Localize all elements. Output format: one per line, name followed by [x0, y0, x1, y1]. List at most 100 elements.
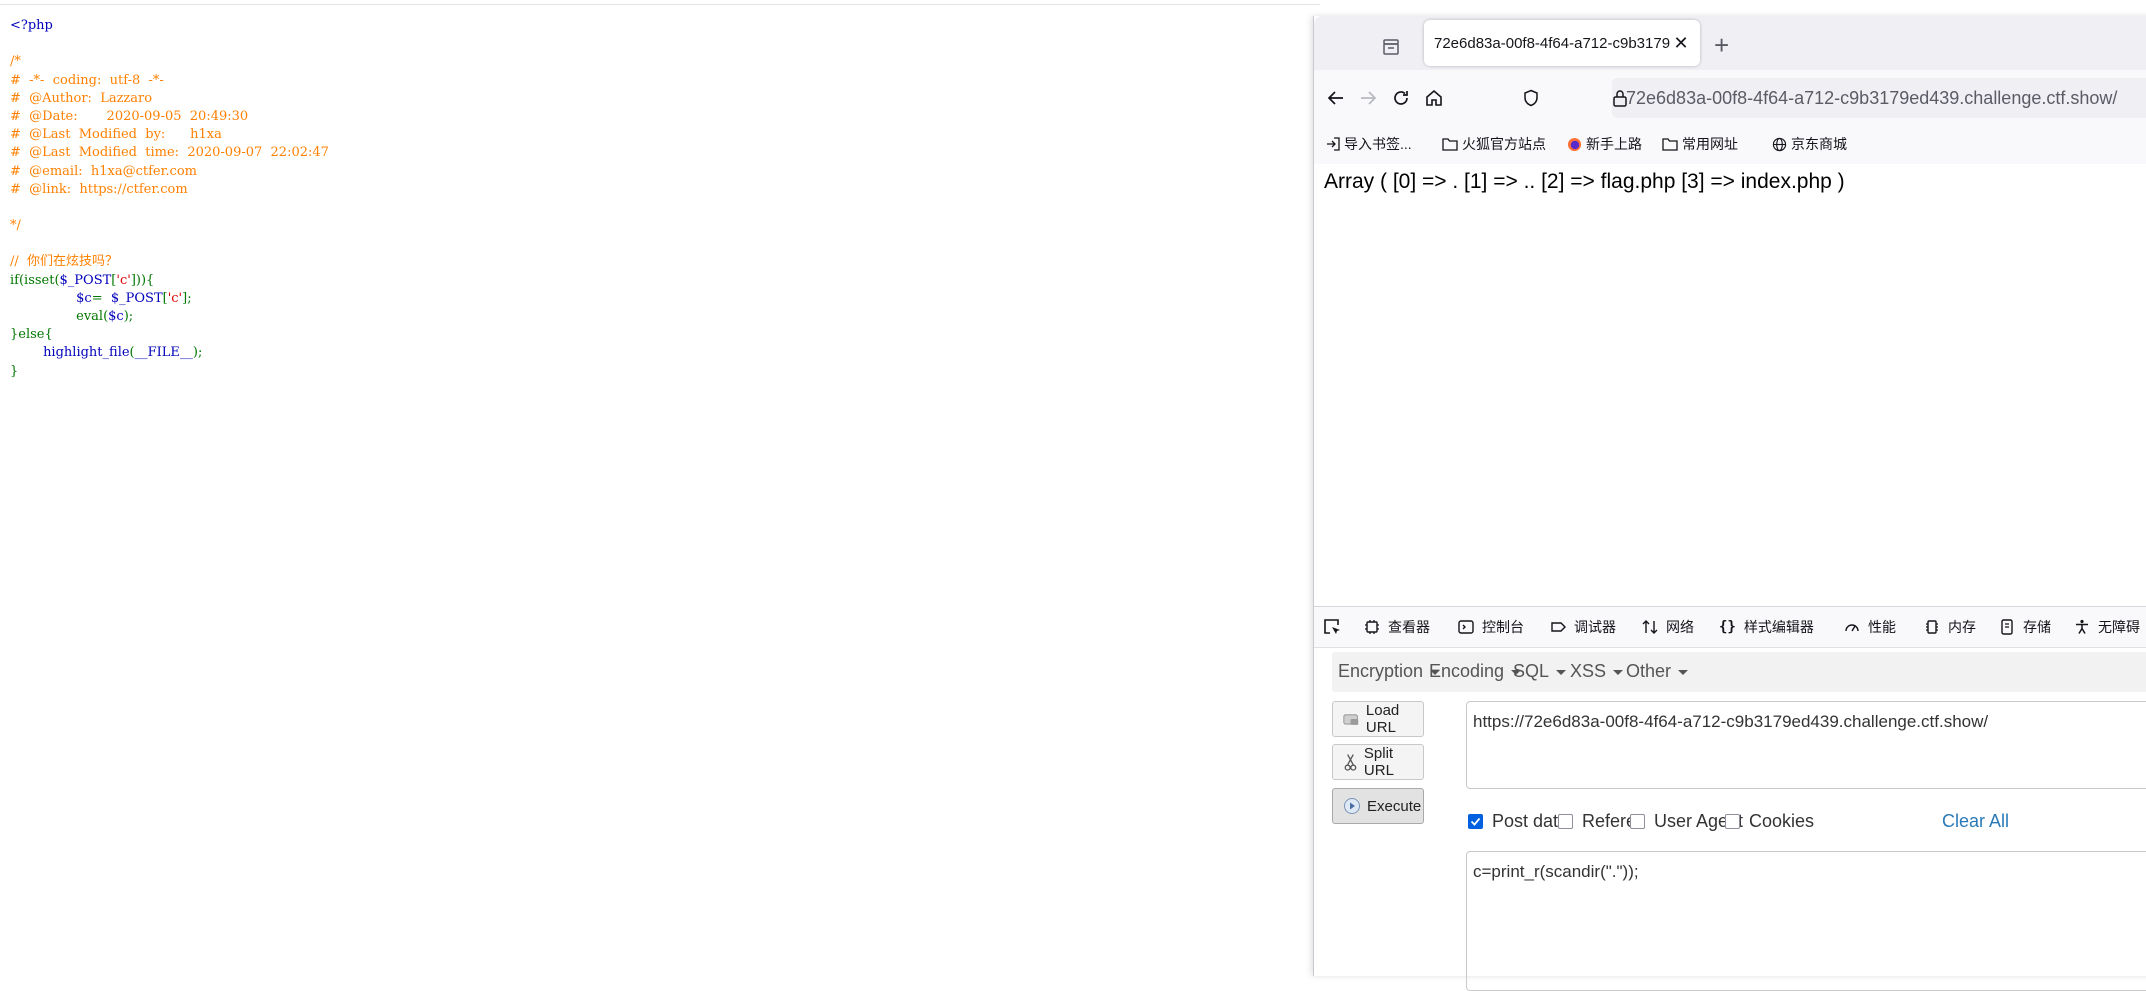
- devtools-tab-network[interactable]: 网络: [1642, 616, 1694, 638]
- checkbox-checked[interactable]: [1468, 814, 1483, 829]
- tab-active[interactable]: 72e6d83a-00f8-4f64-a712-c9b3179ed439.cha…: [1424, 20, 1700, 66]
- load-url-button[interactable]: Load URL: [1332, 701, 1424, 737]
- tab-title: 72e6d83a-00f8-4f64-a712-c9b3179ed439.cha…: [1434, 34, 1670, 52]
- menu-other[interactable]: Other: [1626, 661, 1689, 682]
- bookmark-common-urls[interactable]: 常用网址: [1662, 134, 1738, 154]
- url-text: 72e6d83a-00f8-4f64-a712-c9b3179ed439.cha…: [1626, 87, 2118, 108]
- checkbox-label: Cookies: [1749, 811, 1815, 831]
- code-line: */: [10, 217, 329, 235]
- devtools-tab-label: 控制台: [1482, 619, 1524, 635]
- bookmark-jd[interactable]: 京东商城: [1772, 134, 1847, 154]
- code-token: # @Date: 2020-09-05 20:49:30: [10, 108, 249, 124]
- menu-label: Encryption: [1338, 661, 1424, 681]
- home-button[interactable]: [1420, 84, 1448, 112]
- url-textarea[interactable]: https://72e6d83a-00f8-4f64-a712-c9b3179e…: [1466, 701, 2146, 789]
- tab-list-button[interactable]: [1376, 32, 1406, 62]
- devtools-tab-console[interactable]: 控制台: [1458, 616, 1524, 638]
- accessibility-icon: [2076, 619, 2088, 634]
- menu-xss[interactable]: XSS: [1570, 661, 1624, 682]
- devtools-tab-storage[interactable]: 存储: [1999, 616, 2051, 638]
- element-picker-button[interactable]: [1322, 616, 1350, 638]
- code-token: # @link: https://ctfer.com: [10, 181, 188, 197]
- code-token: 'c': [116, 272, 131, 288]
- tracking-protection-button[interactable]: [1517, 84, 1545, 112]
- post-data-checkbox[interactable]: Post data: [1468, 811, 1568, 832]
- bookmark-firefox-official[interactable]: 火狐官方站点: [1442, 134, 1546, 154]
- bookmark-import[interactable]: 导入书签...: [1326, 134, 1412, 154]
- code-line: # @Last Modified by: h1xa: [10, 126, 329, 144]
- code-line: /*: [10, 53, 329, 71]
- devtools-tab-memory[interactable]: 内存: [1924, 616, 1976, 638]
- code-token: $c: [108, 309, 124, 324]
- checkbox-unchecked[interactable]: [1558, 814, 1573, 829]
- code-line: if(isset($_POST['c'])){: [10, 272, 329, 290]
- post-data-value: c=print_r(scandir("."));: [1473, 862, 1639, 881]
- browser-window: 72e6d83a-00f8-4f64-a712-c9b3179ed439.cha…: [1313, 16, 2146, 991]
- split-url-button[interactable]: Split URL: [1332, 744, 1424, 780]
- bookmark-getting-started[interactable]: 新手上路: [1567, 134, 1642, 154]
- devtools-tab-inspector[interactable]: 查看器: [1364, 616, 1430, 638]
- clear-all-link[interactable]: Clear All: [1942, 811, 2009, 832]
- menu-encryption[interactable]: Encryption: [1338, 661, 1441, 682]
- new-tab-icon[interactable]: +: [1714, 30, 1729, 60]
- shield-icon: [1524, 89, 1538, 107]
- bookmark-label: 火狐官方站点: [1462, 136, 1546, 152]
- folder-icon: [1442, 138, 1458, 151]
- bookmark-label: 常用网址: [1682, 136, 1738, 152]
- execute-button[interactable]: Execute: [1332, 788, 1424, 824]
- home-icon: [1426, 89, 1442, 106]
- tab-close-icon[interactable]: ✕: [1670, 33, 1692, 54]
- code-token: # -*- coding: utf-8 -*-: [10, 72, 164, 88]
- code-token: # @email: h1xa@ctfer.com: [10, 163, 197, 179]
- devtools-tab-accessibility[interactable]: 无障碍: [2074, 616, 2140, 638]
- element-picker-icon: [1324, 619, 1340, 634]
- forward-arrow-icon: [1361, 91, 1377, 105]
- post-data-textarea[interactable]: c=print_r(scandir("."));: [1466, 851, 2146, 991]
- menu-sql[interactable]: SQL: [1513, 661, 1567, 682]
- cookies-checkbox[interactable]: Cookies: [1725, 811, 1814, 832]
- code-line: }: [10, 363, 329, 381]
- reload-button[interactable]: [1387, 84, 1415, 112]
- nav-bar: 72e6d83a-00f8-4f64-a712-c9b3179ed439.cha…: [1314, 70, 2146, 127]
- play-icon: [1344, 798, 1360, 814]
- devtools-tab-performance[interactable]: 性能: [1844, 616, 1896, 638]
- checkmark-icon: [1470, 817, 1481, 826]
- checkbox-label: Post data: [1492, 811, 1569, 831]
- code-token: }else{: [10, 327, 53, 343]
- code-token: # @Author: Lazzaro: [10, 90, 153, 106]
- checkbox-unchecked[interactable]: [1630, 814, 1645, 829]
- code-line: # @Date: 2020-09-05 20:49:30: [10, 108, 329, 126]
- code-line: # @email: h1xa@ctfer.com: [10, 163, 329, 181]
- folder-icon: [1662, 138, 1678, 151]
- devtools-toolbar: 查看器 控制台 调试器 网络 {} 样式编辑器 性能 内存 存储 无障碍: [1314, 606, 2146, 648]
- devtools-tab-style-editor[interactable]: {} 样式编辑器: [1719, 616, 1814, 638]
- checkbox-unchecked[interactable]: [1725, 814, 1740, 829]
- code-token: $_POST: [59, 272, 112, 288]
- back-button[interactable]: [1322, 84, 1350, 112]
- memory-icon: [1926, 620, 1938, 634]
- caret-down-icon: [1556, 669, 1567, 675]
- devtools-tab-debugger[interactable]: 调试器: [1550, 616, 1616, 638]
- code-token: }: [10, 363, 19, 379]
- import-icon: [1327, 137, 1340, 151]
- forward-button[interactable]: [1354, 84, 1382, 112]
- execute-label: Execute: [1367, 797, 1422, 815]
- menu-encoding[interactable]: Encoding: [1429, 661, 1522, 682]
- devtools-tab-label: 性能: [1868, 619, 1896, 635]
- menu-label: Other: [1626, 661, 1672, 681]
- code-line: // 你们在炫技吗？: [10, 253, 329, 271]
- code-token: ];: [182, 290, 192, 306]
- menu-label: XSS: [1570, 661, 1607, 681]
- code-line: <?php: [10, 17, 329, 35]
- code-token: # @Last Modified by: h1xa: [10, 127, 222, 143]
- php-source-code: <?php /* # -*- coding: utf-8 -*- # @Author:…: [10, 17, 329, 381]
- code-token: );: [123, 309, 134, 324]
- url-bar[interactable]: 72e6d83a-00f8-4f64-a712-c9b3179ed439.cha…: [1612, 78, 2146, 118]
- devtools-tab-label: 查看器: [1388, 619, 1430, 635]
- code-line: # @Author: Lazzaro: [10, 90, 329, 108]
